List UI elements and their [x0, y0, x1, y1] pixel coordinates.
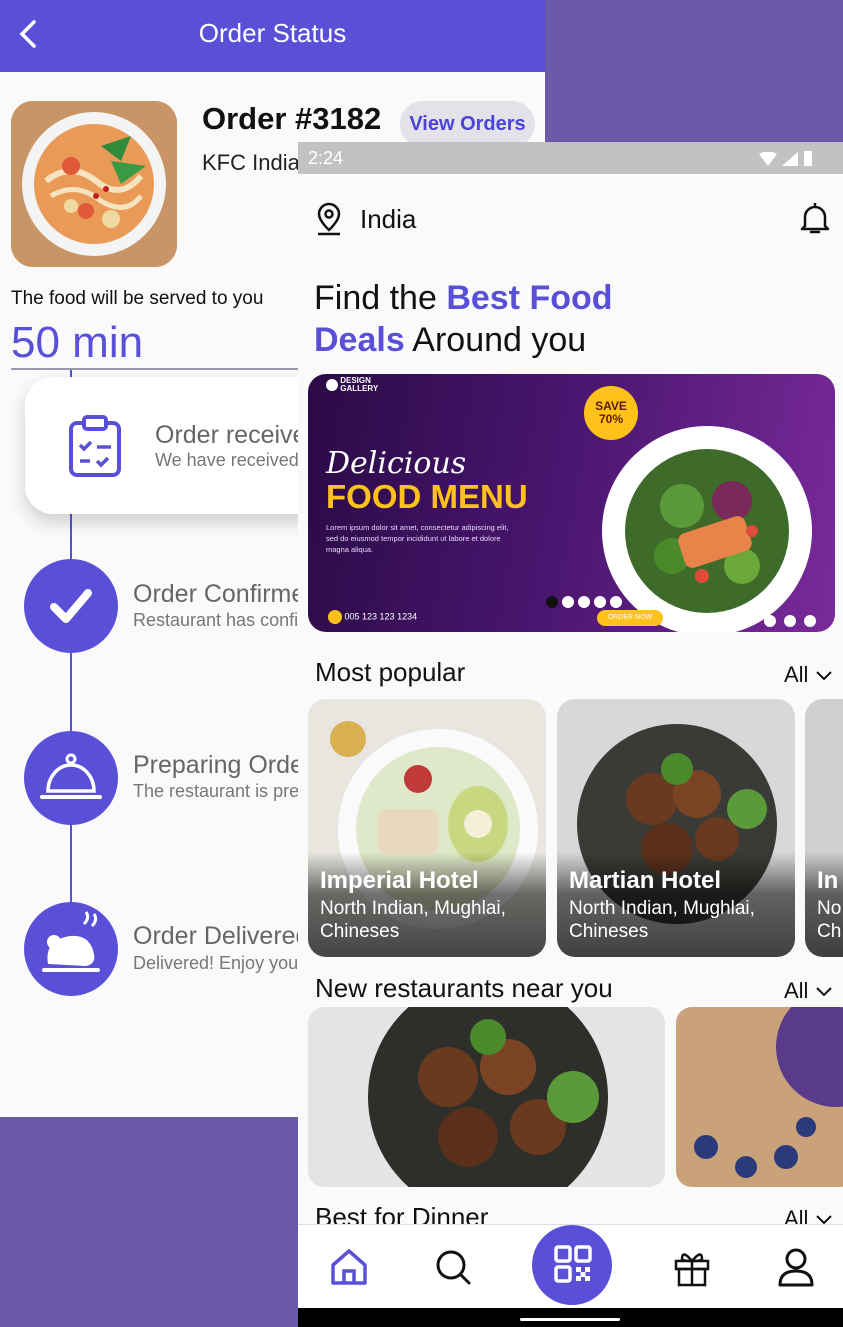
roast-chicken-icon [42, 911, 100, 972]
step-preparing-badge [24, 731, 118, 825]
chevron-down-icon [815, 987, 832, 997]
cuisine-line: North Indian, Mughlai, [320, 898, 506, 919]
step-title: Order Delivered [133, 922, 310, 950]
carousel-dots [546, 596, 622, 608]
most-popular-all-button[interactable]: All [784, 662, 833, 688]
view-orders-button[interactable]: View Orders [400, 101, 535, 147]
step-title: Order received [155, 421, 321, 449]
restaurant-cuisine: North Indian, Mughlai, Chineses [320, 897, 506, 943]
banner-brand: DESIGN GALLERY [326, 377, 378, 393]
promo-banner[interactable]: DESIGN GALLERY Delicious FOOD MENU Lorem… [308, 374, 835, 632]
page-title: Order Status [198, 18, 347, 48]
battery-icon [804, 151, 812, 166]
check-icon [50, 589, 92, 623]
all-label: All [784, 662, 809, 687]
phone-icon [328, 610, 342, 624]
step-subtitle: We have received [155, 450, 299, 470]
restaurant-name: Martian Hotel [569, 867, 722, 894]
banner-body: Lorem ipsum dolor sit amet, consectetur … [326, 523, 509, 554]
carousel-dot[interactable] [546, 596, 558, 608]
headline-highlight: Best Food [446, 279, 613, 317]
chevron-down-icon [815, 671, 832, 681]
cloche-icon [40, 753, 102, 799]
status-time: 2:24 [308, 148, 344, 168]
status-bar: 2:24 [298, 142, 843, 174]
wifi-icon [758, 151, 777, 166]
app-bar: Order Status [0, 0, 545, 72]
section-title-most-popular: Most popular [315, 657, 466, 687]
cuisine-line: Ch [817, 921, 842, 942]
qr-code-icon [554, 1245, 592, 1283]
headline-text: Around you [404, 321, 587, 359]
cuisine-line: Chineses [569, 921, 649, 942]
restaurant-name: In [817, 867, 839, 894]
status-icons [758, 150, 813, 171]
order-food-image [11, 101, 177, 267]
restaurant-name: Imperial Hotel [320, 867, 479, 894]
headline-text: Find the [314, 279, 447, 317]
banner-phone: 005 123 123 1234 [328, 610, 417, 624]
cuisine-line: North Indian, Mughlai, [569, 898, 755, 919]
restaurant-card[interactable]: Martian Hotel North Indian, Mughlai, Chi… [557, 699, 795, 957]
carousel-dot[interactable] [578, 596, 590, 608]
signal-icon [781, 152, 798, 166]
restaurant-card[interactable]: Imperial Hotel North Indian, Mughlai, Ch… [308, 699, 546, 957]
social-icons [764, 615, 816, 627]
headline-highlight: Deals [314, 321, 405, 359]
home-icon[interactable] [328, 1245, 370, 1289]
gift-icon[interactable] [671, 1245, 713, 1289]
new-restaurant-card[interactable] [676, 1007, 843, 1187]
all-label: All [784, 978, 809, 1003]
scan-qr-button[interactable] [532, 1225, 612, 1305]
phone-number: 005 123 123 1234 [344, 611, 418, 622]
step-confirmed-badge [24, 559, 118, 653]
order-number: Order #3182 [202, 101, 382, 136]
banner-salad-plate [602, 426, 812, 632]
restaurant-cuisine: No Ch [817, 897, 841, 943]
cuisine-line: No [817, 898, 842, 919]
restaurant-card[interactable]: In No Ch [805, 699, 843, 957]
new-restaurants-all-button[interactable]: All [784, 978, 833, 1004]
banner-script-text: Delicious [326, 446, 467, 481]
home-screen: 2:24 India Find the Best Food Deals Arou… [298, 142, 843, 1327]
brand-logo-icon [326, 379, 338, 391]
cuisine-line: Chineses [320, 921, 400, 942]
brand-text: DESIGN GALLERY [340, 376, 379, 393]
location-label[interactable]: India [360, 204, 416, 235]
new-restaurant-card[interactable] [308, 1007, 665, 1187]
step-title: Preparing Order [133, 751, 313, 779]
profile-icon[interactable] [775, 1245, 817, 1289]
carousel-dot[interactable] [594, 596, 606, 608]
search-icon[interactable] [432, 1245, 474, 1289]
restaurant-name: KFC India [202, 150, 300, 175]
step-delivered-badge [24, 902, 118, 996]
restaurant-image [308, 1007, 665, 1187]
restaurant-cuisine: North Indian, Mughlai, Chineses [569, 897, 755, 943]
clipboard-icon [69, 415, 121, 477]
headline: Find the Best Food Deals Around you [314, 277, 613, 361]
carousel-dot[interactable] [610, 596, 622, 608]
eta-value: 50 min [11, 318, 144, 367]
home-gesture-handle[interactable] [520, 1318, 620, 1321]
section-title-new-restaurants: New restaurants near you [315, 973, 613, 1003]
order-now-button[interactable]: ORDER NOW [597, 610, 663, 626]
bell-icon[interactable] [798, 200, 832, 236]
carousel-dot[interactable] [562, 596, 574, 608]
location-pin-icon[interactable] [316, 202, 342, 236]
divider [11, 368, 311, 370]
restaurant-image [676, 1007, 843, 1187]
system-nav-bar [298, 1308, 843, 1327]
step-title: Order Confirmed [133, 580, 320, 608]
serve-info-text: The food will be served to you [11, 288, 264, 309]
banner-title: FOOD MENU [326, 478, 528, 515]
